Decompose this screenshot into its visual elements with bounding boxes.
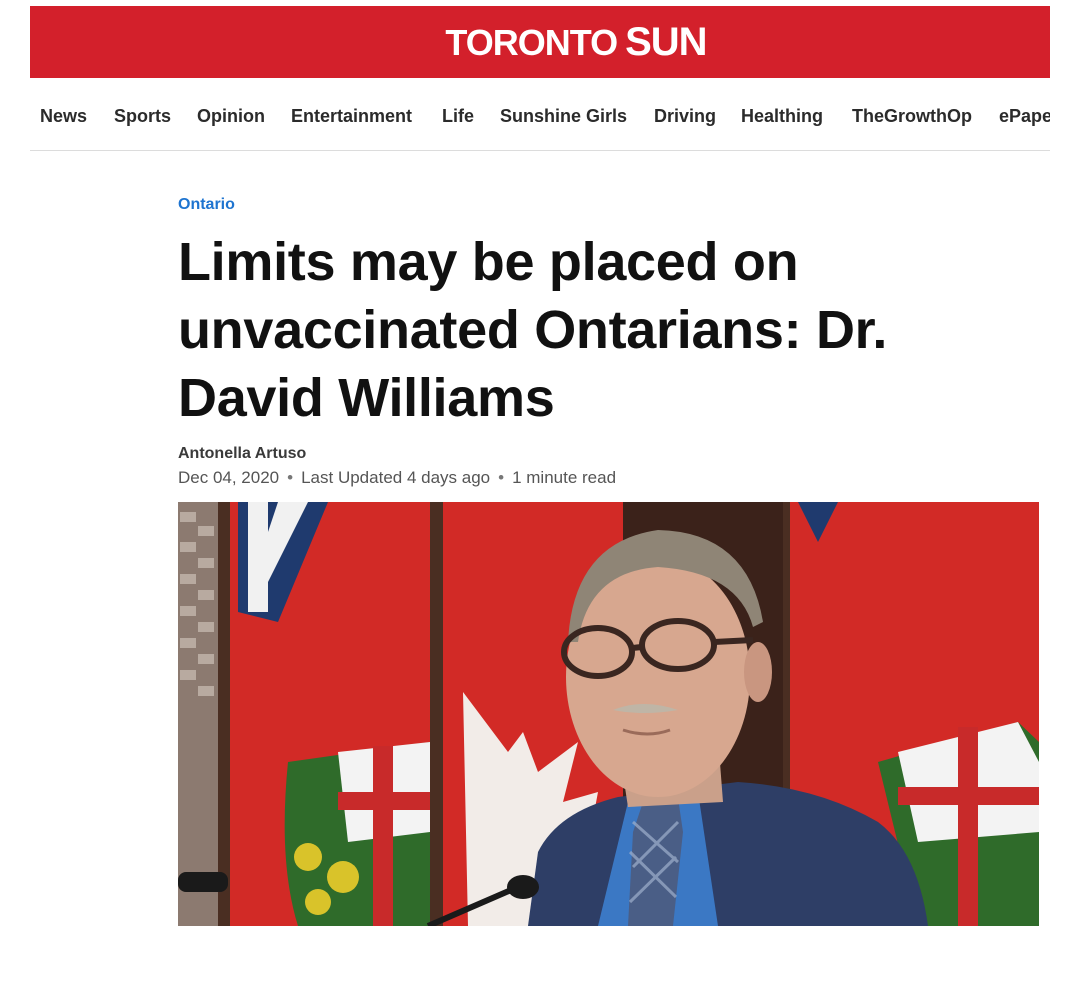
toronto-sun-logo[interactable]: TORONTO SUN (445, 19, 707, 65)
nav-item-sunshine-girls[interactable]: Sunshine Girls (500, 106, 627, 127)
nav-item-epaper[interactable]: ePaper (999, 106, 1050, 127)
article-headline: Limits may be placed on unvaccinated Ont… (178, 228, 998, 432)
nav-item-life[interactable]: Life (442, 106, 474, 127)
headline-line-2: unvaccinated Ontarians: Dr. (178, 300, 888, 360)
separator-dot: • (287, 468, 294, 487)
headline-line-1: Limits may be placed on (178, 232, 799, 292)
separator-dot: • (498, 468, 505, 487)
article-meta: Dec 04, 2020 • Last Updated 4 days ago • 1 m… (178, 468, 616, 488)
logo-text-toronto: TORONTO (445, 21, 618, 63)
nav-item-opinion[interactable]: Opinion (197, 106, 265, 127)
nav-item-entertainment[interactable]: Entertainment (291, 106, 412, 127)
last-updated: Last Updated 4 days ago (301, 468, 491, 487)
read-time: 1 minute read (512, 468, 617, 487)
nav-item-news[interactable]: News (40, 106, 87, 127)
main-nav: News Sports Opinion Entertainment Life S… (30, 84, 1050, 151)
headline-line-3: David Williams (178, 368, 555, 428)
author-name[interactable]: Antonella Artuso (178, 445, 306, 463)
nav-item-sports[interactable]: Sports (114, 106, 171, 127)
press-conference-photo (178, 502, 1039, 926)
article-hero-image (178, 502, 1039, 926)
nav-item-healthing[interactable]: Healthing (741, 106, 823, 127)
masthead: TORONTO SUN (30, 6, 1050, 78)
section-label[interactable]: Ontario (178, 196, 235, 214)
logo-text-sun: SUN (625, 19, 707, 64)
nav-item-thegrowthop[interactable]: TheGrowthOp (852, 106, 972, 127)
publish-date: Dec 04, 2020 (178, 468, 280, 487)
nav-item-driving[interactable]: Driving (654, 106, 716, 127)
